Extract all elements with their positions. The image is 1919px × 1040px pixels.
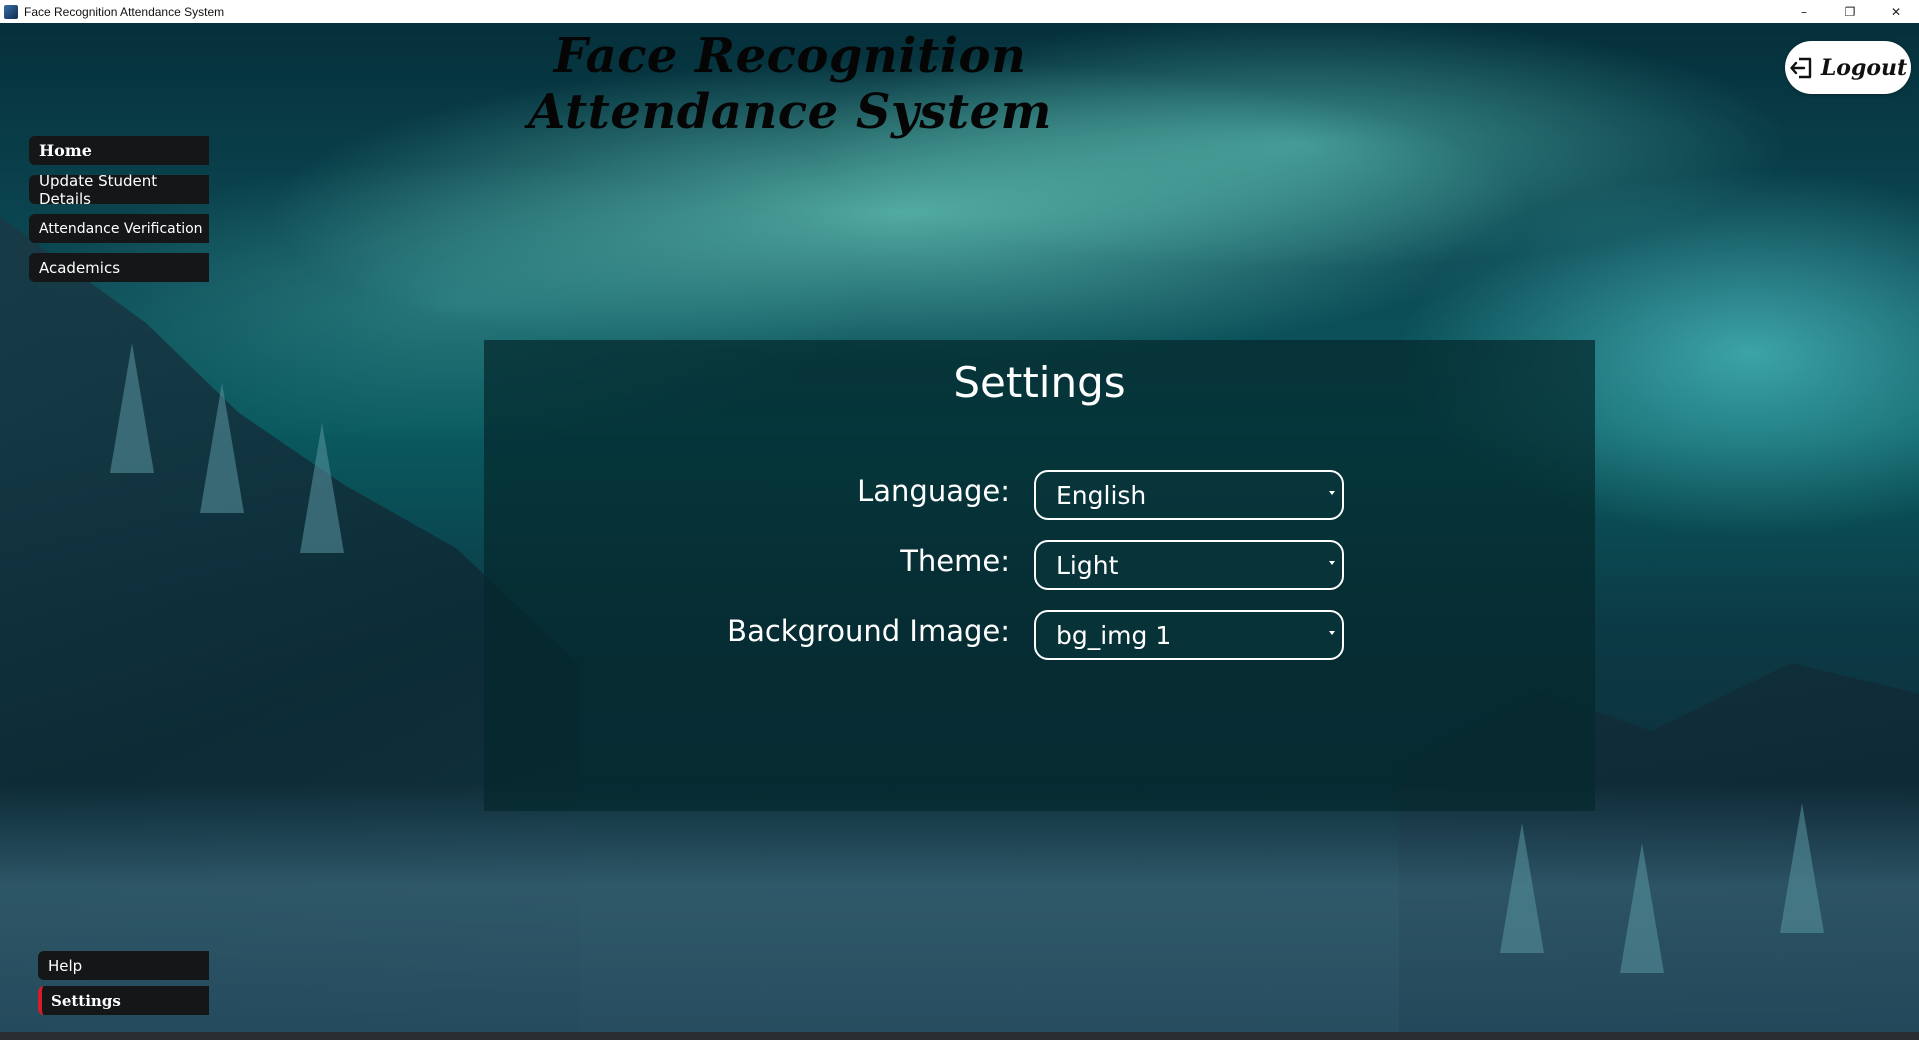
window-title-bar: Face Recognition Attendance System – ❐ ✕	[0, 0, 1919, 23]
window-title: Face Recognition Attendance System	[24, 4, 225, 19]
sidebar-item-attendance-verification[interactable]: Attendance Verification	[29, 214, 209, 243]
settings-title: Settings	[953, 358, 1126, 407]
sidebar-item-help[interactable]: Help	[38, 951, 209, 980]
logout-label: Logout	[1820, 54, 1908, 81]
window-controls: – ❐ ✕	[1781, 0, 1919, 23]
language-label: Language:	[857, 474, 1010, 508]
language-value: English	[1056, 480, 1147, 510]
sidebar-item-update-student-details[interactable]: Update Student Details	[29, 172, 209, 208]
language-select[interactable]: English	[1034, 470, 1344, 520]
logout-button[interactable]: Logout	[1785, 41, 1911, 94]
tree	[200, 383, 244, 513]
background-image-value: bg_img 1	[1056, 620, 1172, 650]
chevron-down-icon	[1329, 631, 1335, 635]
minimize-button[interactable]: –	[1781, 0, 1827, 23]
tree	[1780, 803, 1824, 933]
chevron-down-icon	[1329, 491, 1335, 495]
background-image-select[interactable]: bg_img 1	[1034, 610, 1344, 660]
app-icon	[4, 4, 18, 19]
theme-label: Theme:	[900, 544, 1010, 578]
restore-button[interactable]: ❐	[1827, 0, 1873, 23]
taskbar-edge	[0, 1032, 1919, 1040]
theme-select[interactable]: Light	[1034, 540, 1344, 590]
theme-value: Light	[1056, 550, 1119, 580]
chevron-down-icon	[1329, 561, 1335, 565]
sidebar-item-academics[interactable]: Academics	[29, 253, 209, 282]
settings-panel: Settings Language: English Theme: Light …	[484, 340, 1595, 811]
tree	[1620, 843, 1664, 973]
logout-icon	[1790, 57, 1812, 78]
tree	[110, 343, 154, 473]
sidebar-item-settings[interactable]: Settings	[38, 986, 209, 1015]
sidebar-item-home[interactable]: Home	[29, 136, 209, 165]
app-title: Face Recognition Attendance System	[528, 28, 1052, 140]
tree	[300, 423, 344, 553]
background-image-label: Background Image:	[727, 614, 1010, 648]
tree	[1500, 823, 1544, 953]
close-button[interactable]: ✕	[1873, 0, 1919, 23]
